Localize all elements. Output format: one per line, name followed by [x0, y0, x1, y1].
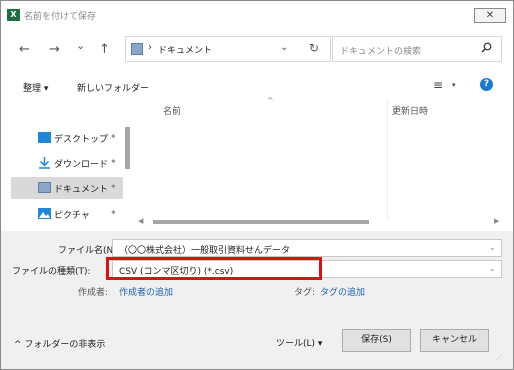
dialog-footer: ^ フォルダーの非表示 ツール(L) ▾ 保存(S) キャンセル ⋰ — [1, 301, 513, 369]
navigation-pane: デスクトップ ✦ ダウンロード ✦ ドキュメント ✦ ピクチャ ✦ — [11, 97, 133, 227]
scroll-right-icon[interactable]: ▶ — [494, 217, 499, 225]
pin-icon[interactable]: ✦ — [110, 132, 117, 141]
window-title: 名前を付けて保存 — [24, 12, 97, 22]
add-tags-link[interactable]: タグの追加 — [320, 285, 365, 298]
filetype-label: ファイルの種類(T): — [12, 267, 91, 277]
scroll-left-icon[interactable]: ◀ — [138, 217, 143, 225]
column-header-modified[interactable]: 更新日時 — [392, 104, 428, 117]
sidebar-item-downloads[interactable]: ダウンロード ✦ — [11, 152, 123, 174]
breadcrumb-documents[interactable]: ドキュメント — [158, 43, 212, 56]
title-bar: X 名前を付けて保存 ✕ — [1, 1, 513, 28]
tools-menu-button[interactable]: ツール(L) ▾ — [276, 336, 322, 349]
close-button[interactable]: ✕ — [474, 8, 506, 23]
filename-input[interactable]: （〇〇株式会社）一般取引資料せんデータ ⌄ — [112, 239, 502, 257]
sort-ascending-icon: ^ — [267, 96, 274, 105]
save-as-dialog: X 名前を付けて保存 ✕ ← → ⌄ ↑ › ドキュメント ⌄ ↻ ドキュメント… — [0, 0, 514, 370]
excel-app-icon: X — [7, 9, 20, 21]
sidebar-item-documents[interactable]: ドキュメント ✦ — [11, 177, 123, 199]
tags-label: タグ: — [294, 288, 316, 298]
view-caret-icon[interactable]: ▾ — [452, 81, 456, 89]
hide-folders-toggle[interactable]: ^ フォルダーの非表示 — [14, 337, 105, 350]
new-folder-button[interactable]: 新しいフォルダー — [77, 81, 149, 94]
navigation-pane-scrollbar[interactable] — [125, 127, 130, 169]
sidebar-item-label: ダウンロード — [54, 160, 109, 170]
help-icon[interactable]: ? — [480, 78, 493, 91]
forward-icon[interactable]: → — [49, 42, 60, 57]
column-header-name[interactable]: 名前 — [163, 104, 181, 117]
chevron-down-icon[interactable]: ⌄ — [489, 243, 496, 252]
filename-label: ファイル名(N): — [58, 246, 120, 256]
resize-grip-icon[interactable]: ⋰ — [496, 353, 503, 361]
pin-icon[interactable]: ✦ — [110, 208, 117, 217]
scrollbar-thumb[interactable] — [153, 220, 369, 224]
document-icon — [38, 182, 51, 193]
pin-icon[interactable]: ✦ — [110, 182, 117, 191]
search-placeholder: ドキュメントの検索 — [340, 47, 422, 57]
pin-icon[interactable]: ✦ — [110, 157, 117, 166]
address-bar[interactable]: › ドキュメント ⌄ ↻ — [125, 36, 331, 62]
add-author-link[interactable]: 作成者の追加 — [119, 285, 173, 298]
folder-icon — [131, 43, 143, 55]
cancel-button[interactable]: キャンセル — [420, 329, 489, 352]
author-label: 作成者: — [78, 288, 109, 298]
search-icon[interactable] — [481, 42, 492, 56]
save-button[interactable]: 保存(S) — [342, 329, 411, 352]
up-icon[interactable]: ↑ — [99, 42, 110, 57]
desktop-icon — [38, 132, 51, 143]
download-icon — [38, 157, 51, 169]
breadcrumb-separator-icon: › — [148, 42, 152, 53]
sidebar-item-desktop[interactable]: デスクトップ ✦ — [11, 127, 123, 149]
chevron-down-icon[interactable]: ⌄ — [280, 42, 288, 53]
sidebar-item-label: デスクトップ — [54, 135, 109, 145]
sidebar-item-pictures[interactable]: ピクチャ ✦ — [11, 203, 123, 225]
file-list-horizontal-scrollbar[interactable]: ◀ ▶ — [138, 217, 503, 226]
sidebar-item-label: ドキュメント — [54, 185, 109, 195]
organize-button[interactable]: 整理 ▾ — [23, 81, 48, 94]
recent-locations-icon[interactable]: ⌄ — [76, 39, 85, 52]
sidebar-item-label: ピクチャ — [54, 211, 90, 221]
chevron-down-icon[interactable]: ⌄ — [489, 264, 496, 273]
view-options-icon[interactable]: ≡ — [433, 78, 443, 92]
column-divider[interactable] — [387, 99, 388, 219]
filetype-highlight-box — [106, 257, 322, 280]
refresh-icon[interactable]: ↻ — [309, 41, 319, 55]
search-input[interactable]: ドキュメントの検索 — [332, 36, 502, 62]
pictures-icon — [38, 208, 51, 219]
filename-value: （〇〇株式会社）一般取引資料せんデータ — [119, 246, 291, 256]
back-icon[interactable]: ← — [19, 42, 30, 57]
